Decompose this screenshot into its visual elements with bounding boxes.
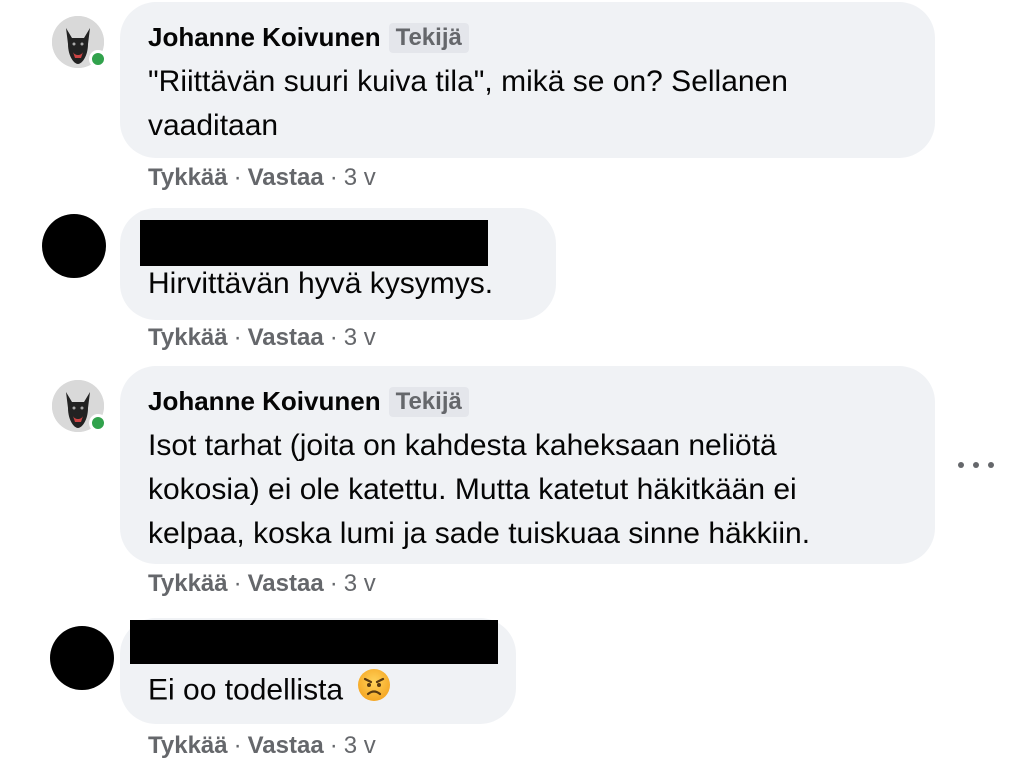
- reply-button[interactable]: Vastaa: [248, 324, 324, 352]
- comment-thread: Johanne Koivunen Tekijä "Riittävän suuri…: [0, 0, 1024, 762]
- online-status-icon: [89, 414, 107, 432]
- comment-line: Ei oo todellista: [148, 673, 344, 707]
- timestamp[interactable]: 3 v: [344, 164, 376, 192]
- separator: ·: [329, 570, 338, 597]
- separator: ·: [329, 732, 338, 759]
- avatar[interactable]: [52, 16, 107, 68]
- comment-text: "Riittävän suuri kuiva tila", mikä se on…: [148, 60, 788, 148]
- timestamp[interactable]: 3 v: [344, 732, 376, 760]
- comment-line: vaaditaan: [148, 109, 279, 142]
- comment-line: "Riittävän suuri kuiva tila", mikä se on…: [148, 65, 788, 98]
- redacted-avatar: [50, 626, 114, 690]
- author-name[interactable]: Johanne Koivunen: [148, 22, 381, 53]
- comment-text: Hirvittävän hyvä kysymys.: [148, 262, 493, 306]
- like-button[interactable]: Tykkää: [148, 164, 228, 192]
- timestamp[interactable]: 3 v: [344, 570, 376, 598]
- angry-face-icon: [357, 668, 391, 715]
- reply-button[interactable]: Vastaa: [248, 164, 324, 192]
- author-badge: Tekijä: [388, 22, 469, 53]
- comment-actions: Tykkää · Vastaa · 3 v: [148, 164, 376, 192]
- timestamp[interactable]: 3 v: [344, 324, 376, 352]
- separator: ·: [233, 324, 242, 351]
- like-button[interactable]: Tykkää: [148, 324, 228, 352]
- online-status-icon: [89, 50, 107, 68]
- dot: [988, 462, 994, 468]
- author-line: Johanne Koivunen Tekijä: [148, 386, 469, 417]
- comment-line: kokosia) ei ole katettu. Mutta katetut h…: [148, 473, 797, 506]
- redacted-author-name: [140, 220, 488, 266]
- redacted-avatar: [42, 214, 106, 278]
- like-button[interactable]: Tykkää: [148, 570, 228, 598]
- avatar[interactable]: [52, 380, 107, 432]
- comment-actions: Tykkää · Vastaa · 3 v: [148, 324, 376, 352]
- separator: ·: [329, 164, 338, 191]
- comment-actions: Tykkää · Vastaa · 3 v: [148, 732, 376, 760]
- comment-text: Isot tarhat (joita on kahdesta kaheksaan…: [148, 424, 810, 556]
- separator: ·: [329, 324, 338, 351]
- comment-line: Isot tarhat (joita on kahdesta kaheksaan…: [148, 429, 777, 462]
- author-name[interactable]: Johanne Koivunen: [148, 386, 381, 417]
- author-badge: Tekijä: [388, 386, 469, 417]
- dot: [973, 462, 979, 468]
- separator: ·: [233, 164, 242, 191]
- comment-line: kelpaa, koska lumi ja sade tuiskuaa sinn…: [148, 517, 811, 550]
- separator: ·: [233, 570, 242, 597]
- redacted-author-name: [130, 620, 498, 664]
- comment-text: Ei oo todellista: [148, 668, 391, 715]
- author-line: Johanne Koivunen Tekijä: [148, 22, 469, 53]
- like-button[interactable]: Tykkää: [148, 732, 228, 760]
- dot: [958, 462, 964, 468]
- comment-line: Hirvittävän hyvä kysymys.: [148, 267, 494, 300]
- reply-button[interactable]: Vastaa: [248, 732, 324, 760]
- separator: ·: [233, 732, 242, 759]
- more-options-icon[interactable]: [958, 455, 994, 475]
- reply-button[interactable]: Vastaa: [248, 570, 324, 598]
- comment-actions: Tykkää · Vastaa · 3 v: [148, 570, 376, 598]
